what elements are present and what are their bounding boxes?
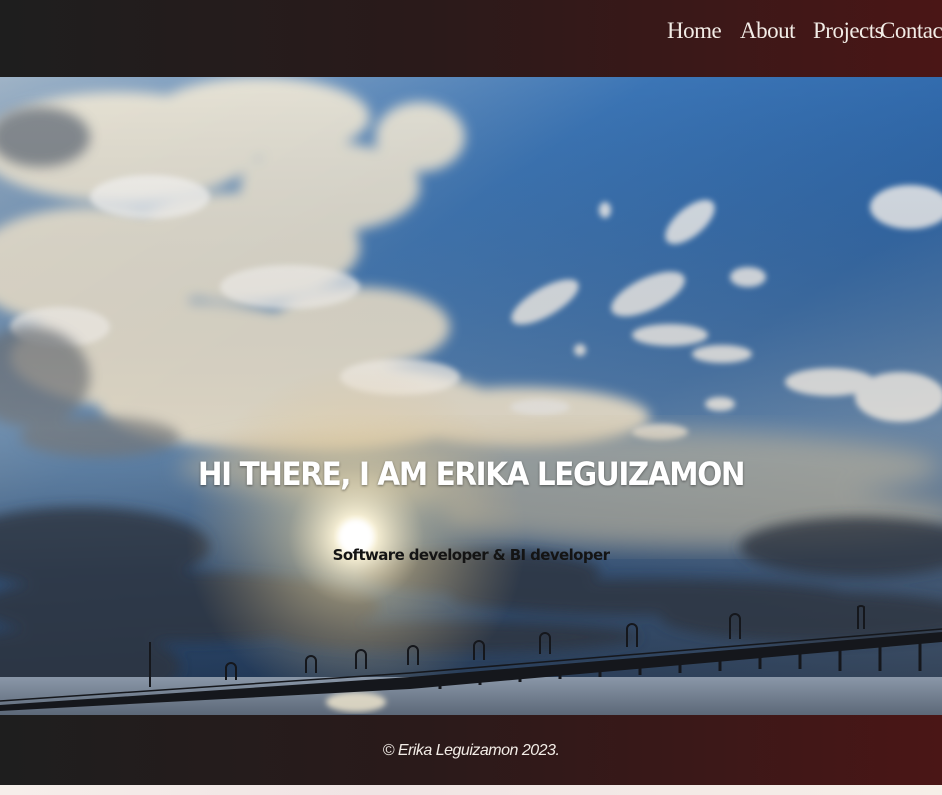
nav-home-link[interactable]: Home [667,18,722,52]
copyright-text: © Erika Leguizamon 2023. [382,742,560,759]
hero-section: HI THERE, I AM ERIKA LEGUIZAMON Software… [0,77,942,715]
hero-subtitle: Software developer & BI developer [332,546,610,564]
hero-background-image [0,77,942,715]
nav-contact-link[interactable]: Contact [880,18,942,52]
site-footer: © Erika Leguizamon 2023. [0,715,942,785]
hero-title: HI THERE, I AM ERIKA LEGUIZAMON [197,455,746,493]
site-header: Home About Projects Contact [0,0,942,77]
bottom-strip [0,785,942,795]
nav-about-link[interactable]: About [740,18,796,52]
nav-projects-link[interactable]: Projects [813,18,884,52]
